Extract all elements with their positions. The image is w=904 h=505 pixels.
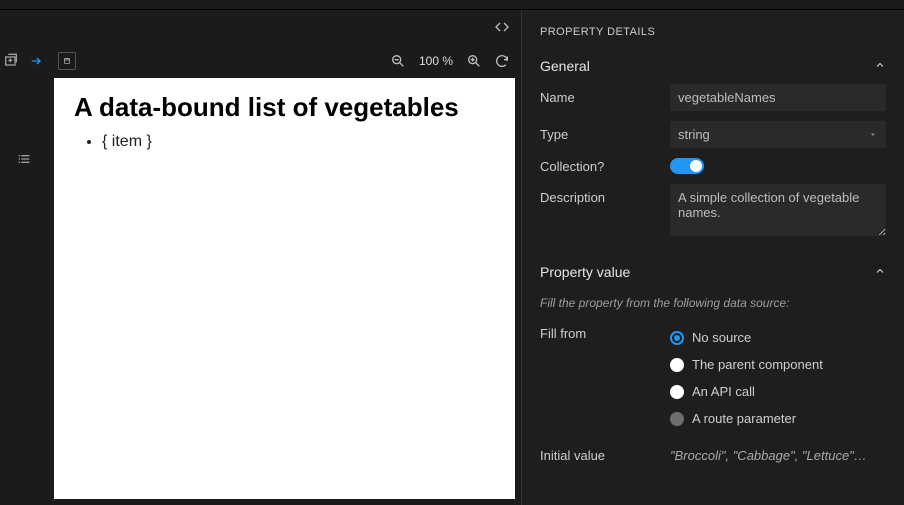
frame-select-icon[interactable]: [58, 52, 76, 70]
radio-option[interactable]: The parent component: [670, 353, 886, 376]
radio-label: The parent component: [692, 357, 823, 372]
code-toggle-icon[interactable]: [493, 18, 511, 36]
preview-list-item-template: { item }: [102, 133, 495, 151]
label-fill-from: Fill from: [540, 326, 670, 341]
zoom-in-icon[interactable]: [465, 52, 483, 70]
initial-value-display[interactable]: "Broccoli", "Cabbage", "Lettuce"…: [670, 440, 886, 463]
radio-label: An API call: [692, 384, 755, 399]
general-fields: Name Type Collection? Description: [540, 80, 886, 236]
preview-column: 100 % A data-bound list of vegetables { …: [48, 10, 521, 505]
fill-from-radio-group: No source The parent component An API ca…: [670, 326, 886, 430]
label-collection: Collection?: [540, 159, 670, 174]
radio-label: A route parameter: [692, 411, 796, 426]
window-titlebar: [0, 0, 904, 10]
radio-icon: [670, 331, 684, 345]
radio-option: A route parameter: [670, 407, 886, 430]
collection-toggle[interactable]: [670, 158, 704, 174]
section-header-property-value[interactable]: Property value: [540, 254, 886, 286]
value-fields: Fill from No source The parent component…: [540, 322, 886, 463]
panel-title: PROPERTY DETAILS: [540, 20, 886, 48]
preview-canvas[interactable]: A data-bound list of vegetables { item }: [54, 78, 515, 499]
new-window-icon[interactable]: [2, 52, 20, 70]
radio-icon: [670, 412, 684, 426]
refresh-icon[interactable]: [493, 52, 511, 70]
zoom-out-icon[interactable]: [389, 52, 407, 70]
preview-zoom-toolbar: 100 %: [48, 44, 521, 78]
left-toolbar: [0, 10, 48, 505]
radio-label: No source: [692, 330, 751, 345]
radio-option[interactable]: No source: [670, 326, 886, 349]
label-initial-value: Initial value: [540, 440, 670, 463]
radio-icon: [670, 358, 684, 372]
radio-option[interactable]: An API call: [670, 380, 886, 403]
name-input[interactable]: [670, 84, 886, 111]
property-details-panel: PROPERTY DETAILS General Name Type Colle…: [521, 10, 904, 505]
label-name: Name: [540, 90, 670, 105]
preview-list: { item }: [74, 133, 495, 151]
label-type: Type: [540, 127, 670, 142]
label-description: Description: [540, 184, 670, 205]
preview-heading: A data-bound list of vegetables: [74, 92, 495, 123]
radio-icon: [670, 385, 684, 399]
description-textarea[interactable]: [670, 184, 886, 236]
list-view-icon[interactable]: [15, 150, 33, 168]
type-select[interactable]: [670, 121, 886, 148]
chevron-up-icon: [874, 58, 886, 74]
forward-arrow-icon[interactable]: [28, 52, 46, 70]
fill-from-hint: Fill the property from the following dat…: [540, 286, 886, 322]
preview-top-toolbar: [48, 10, 521, 44]
chevron-up-icon: [874, 264, 886, 280]
section-title: General: [540, 58, 590, 74]
section-header-general[interactable]: General: [540, 48, 886, 80]
section-title: Property value: [540, 264, 630, 280]
zoom-level: 100 %: [417, 54, 455, 68]
